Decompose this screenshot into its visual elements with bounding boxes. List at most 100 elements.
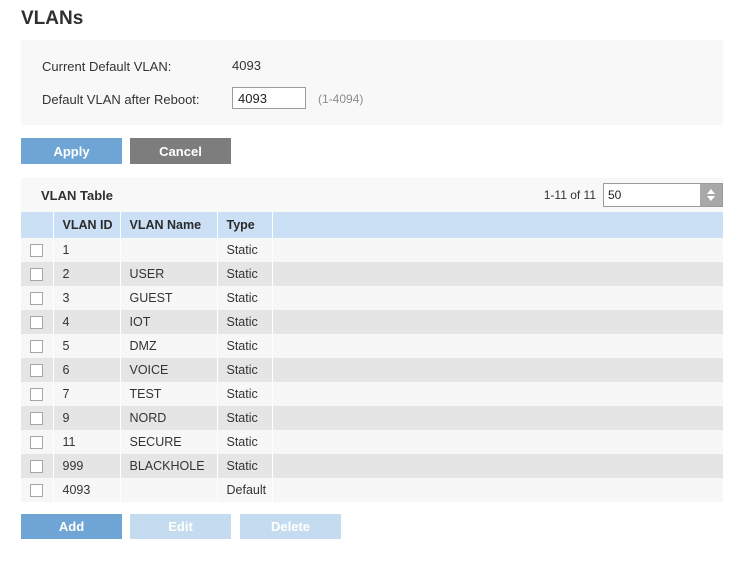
cell-spacer bbox=[272, 406, 724, 430]
row-checkbox[interactable] bbox=[30, 292, 43, 306]
vlans-page: VLANs Current Default VLAN: 4093 Default… bbox=[0, 0, 751, 586]
row-checkbox[interactable] bbox=[30, 316, 43, 330]
default-vlan-after-reboot-label: Default VLAN after Reboot: bbox=[42, 91, 200, 107]
table-row[interactable]: 4093 Default bbox=[21, 478, 724, 502]
table-row[interactable]: 2 USER Static bbox=[21, 262, 724, 286]
cell-vlan-id: 11 bbox=[53, 430, 121, 454]
vlan-table-head: VLAN ID VLAN Name Type bbox=[21, 212, 724, 238]
cell-vlan-name bbox=[120, 478, 218, 502]
cell-vlan-id: 5 bbox=[53, 334, 121, 358]
column-header-spacer bbox=[272, 212, 724, 238]
edit-button: Edit bbox=[130, 514, 231, 539]
page-title: VLANs bbox=[21, 8, 84, 29]
cell-vlan-name: GUEST bbox=[120, 286, 218, 310]
row-select-cell[interactable] bbox=[21, 262, 54, 286]
row-checkbox[interactable] bbox=[30, 412, 43, 426]
row-checkbox[interactable] bbox=[30, 460, 43, 474]
row-checkbox[interactable] bbox=[30, 484, 43, 498]
cell-vlan-name: DMZ bbox=[120, 334, 218, 358]
table-row[interactable]: 6 VOICE Static bbox=[21, 358, 724, 382]
pagination-count: 1-11 of 11 bbox=[543, 188, 596, 202]
row-select-cell[interactable] bbox=[21, 430, 54, 454]
cell-type: Static bbox=[217, 406, 273, 430]
row-select-cell[interactable] bbox=[21, 406, 54, 430]
row-select-cell[interactable] bbox=[21, 358, 54, 382]
row-checkbox[interactable] bbox=[30, 388, 43, 402]
cell-type: Default bbox=[217, 478, 273, 502]
cell-vlan-id: 4 bbox=[53, 310, 121, 334]
delete-button: Delete bbox=[240, 514, 341, 539]
pagination-control: 1-11 of 11 bbox=[544, 183, 723, 207]
cancel-button[interactable]: Cancel bbox=[130, 138, 231, 164]
row-select-cell[interactable] bbox=[21, 382, 54, 406]
triangle-down-icon[interactable] bbox=[707, 196, 715, 201]
default-vlan-after-reboot-input[interactable] bbox=[232, 87, 306, 109]
table-row[interactable]: 5 DMZ Static bbox=[21, 334, 724, 358]
current-default-vlan-value: 4093 bbox=[232, 58, 261, 73]
add-button[interactable]: Add bbox=[21, 514, 122, 539]
table-row[interactable]: 3 GUEST Static bbox=[21, 286, 724, 310]
cell-type: Static bbox=[217, 430, 273, 454]
page-size-spinner-buttons[interactable] bbox=[700, 184, 722, 206]
row-select-cell[interactable] bbox=[21, 334, 54, 358]
cell-vlan-name bbox=[120, 238, 218, 262]
column-header-type[interactable]: Type bbox=[217, 212, 273, 238]
column-header-vlan-id[interactable]: VLAN ID bbox=[53, 212, 121, 238]
default-vlan-range-hint: (1-4094) bbox=[318, 92, 364, 106]
cell-spacer bbox=[272, 382, 724, 406]
table-row[interactable]: 999 BLACKHOLE Static bbox=[21, 454, 724, 478]
cell-vlan-id: 6 bbox=[53, 358, 121, 382]
column-header-select bbox=[21, 212, 54, 238]
cell-type: Static bbox=[217, 382, 273, 406]
table-row[interactable]: 9 NORD Static bbox=[21, 406, 724, 430]
row-select-cell[interactable] bbox=[21, 478, 54, 502]
cell-type: Static bbox=[217, 310, 273, 334]
cell-spacer bbox=[272, 454, 724, 478]
apply-button[interactable]: Apply bbox=[21, 138, 122, 164]
cell-type: Static bbox=[217, 358, 273, 382]
cell-vlan-id: 999 bbox=[53, 454, 121, 478]
table-row[interactable]: 11 SECURE Static bbox=[21, 430, 724, 454]
table-row[interactable]: 7 TEST Static bbox=[21, 382, 724, 406]
row-checkbox[interactable] bbox=[30, 340, 43, 354]
cell-type: Static bbox=[217, 334, 273, 358]
table-row[interactable]: 1 Static bbox=[21, 238, 724, 262]
cell-vlan-id: 3 bbox=[53, 286, 121, 310]
cell-spacer bbox=[272, 310, 724, 334]
current-default-vlan-row: Current Default VLAN: 4093 bbox=[42, 55, 261, 77]
cell-spacer bbox=[272, 334, 724, 358]
cell-vlan-name: IOT bbox=[120, 310, 218, 334]
row-select-cell[interactable] bbox=[21, 310, 54, 334]
cell-type: Static bbox=[217, 286, 273, 310]
row-select-cell[interactable] bbox=[21, 286, 54, 310]
cell-vlan-name: VOICE bbox=[120, 358, 218, 382]
column-header-vlan-name[interactable]: VLAN Name bbox=[120, 212, 218, 238]
triangle-up-icon[interactable] bbox=[707, 189, 715, 194]
table-row[interactable]: 4 IOT Static bbox=[21, 310, 724, 334]
vlan-table: VLAN ID VLAN Name Type 1 Static 2 USER Stati… bbox=[21, 212, 724, 502]
cell-vlan-id: 2 bbox=[53, 262, 121, 286]
row-select-cell[interactable] bbox=[21, 454, 54, 478]
page-size-input[interactable] bbox=[604, 185, 704, 205]
cell-vlan-id: 1 bbox=[53, 238, 121, 262]
row-checkbox[interactable] bbox=[30, 436, 43, 450]
row-select-cell[interactable] bbox=[21, 238, 54, 262]
cell-vlan-name: TEST bbox=[120, 382, 218, 406]
default-vlan-after-reboot-row: Default VLAN after Reboot: (1-4094) bbox=[42, 87, 363, 110]
cell-vlan-id: 9 bbox=[53, 406, 121, 430]
cell-vlan-id: 7 bbox=[53, 382, 121, 406]
cell-type: Static bbox=[217, 454, 273, 478]
page-size-spinner[interactable] bbox=[603, 183, 723, 207]
cell-spacer bbox=[272, 238, 724, 262]
cell-vlan-name: BLACKHOLE bbox=[120, 454, 218, 478]
cell-vlan-name: NORD bbox=[120, 406, 218, 430]
vlan-table-header-row: VLAN ID VLAN Name Type bbox=[21, 212, 724, 238]
current-default-vlan-label: Current Default VLAN: bbox=[42, 58, 172, 74]
cell-vlan-name: SECURE bbox=[120, 430, 218, 454]
vlan-table-caption-bar: VLAN Table 1-11 of 11 bbox=[21, 178, 723, 212]
row-checkbox[interactable] bbox=[30, 364, 43, 378]
cell-spacer bbox=[272, 358, 724, 382]
row-checkbox[interactable] bbox=[30, 244, 43, 258]
row-checkbox[interactable] bbox=[30, 268, 43, 282]
cell-type: Static bbox=[217, 238, 273, 262]
